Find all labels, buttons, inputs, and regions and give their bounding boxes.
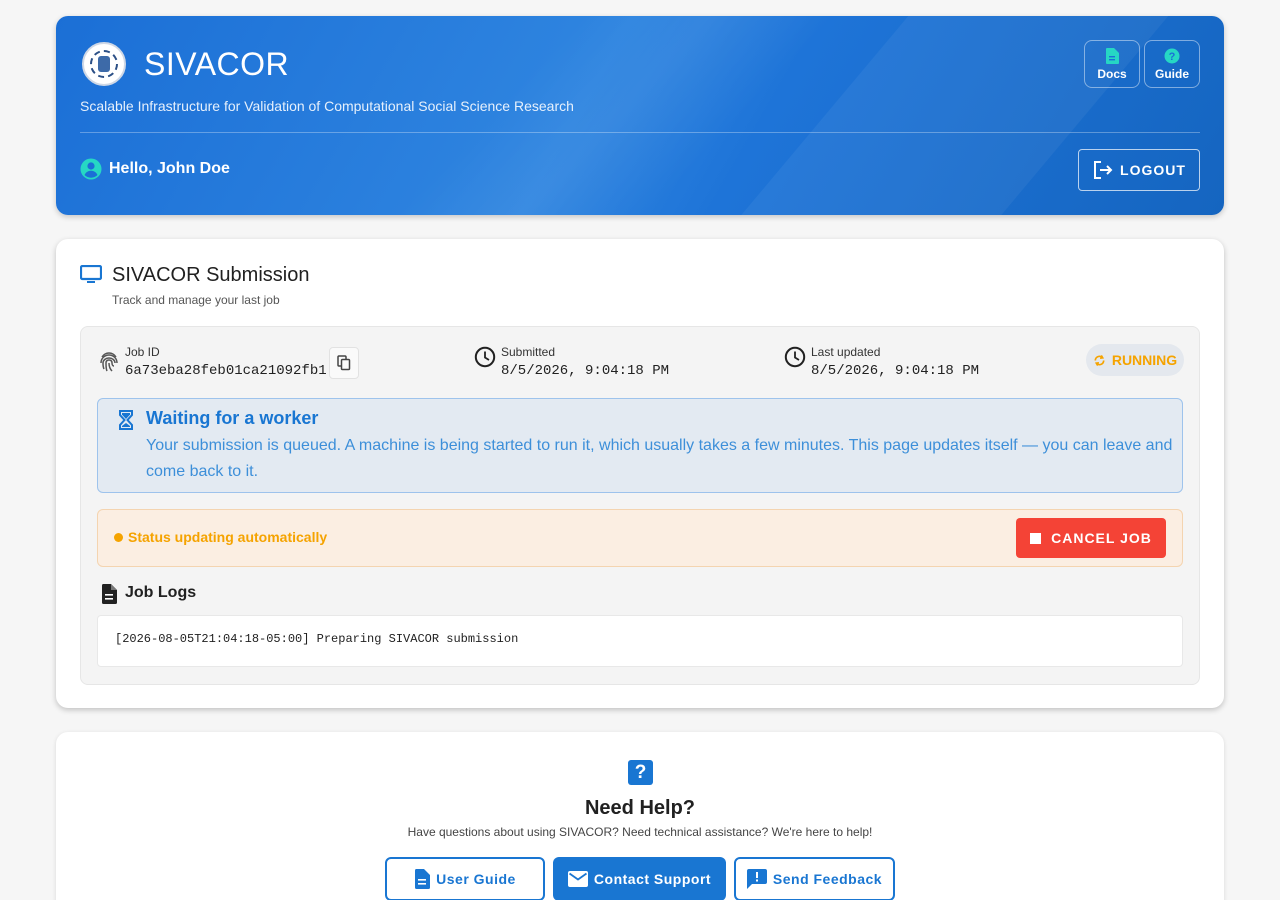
- help-card: ? Need Help? Have questions about using …: [56, 732, 1224, 900]
- user-guide-label: User Guide: [436, 871, 516, 887]
- clock-icon: [784, 346, 806, 368]
- guide-button[interactable]: ? Guide: [1144, 40, 1200, 88]
- submission-card: SIVACOR Submission Track and manage your…: [56, 239, 1224, 708]
- user-guide-button[interactable]: User Guide: [385, 857, 545, 900]
- mail-icon: [567, 871, 588, 887]
- logo-emblem: [98, 56, 110, 72]
- user-greeting: Hello, John Doe: [80, 158, 230, 180]
- question-icon: ?: [628, 760, 653, 785]
- greeting-text: Hello, John Doe: [109, 160, 230, 177]
- info-text: Your submission is queued. A machine is …: [146, 437, 1173, 480]
- document-icon: [1106, 47, 1119, 64]
- sivacor-logo: [82, 42, 126, 86]
- help-subtitle: Have questions about using SIVACOR? Need…: [407, 825, 873, 839]
- contact-support-label: Contact Support: [593, 871, 712, 887]
- logout-icon: [1094, 161, 1113, 179]
- guide-label: Guide: [1154, 66, 1189, 81]
- logout-label: LOGOUT: [1120, 162, 1186, 178]
- job-logs-title: Job Logs: [125, 584, 197, 601]
- auto-update-text: Status updating automatically: [128, 529, 328, 545]
- header-divider: [80, 132, 1200, 133]
- send-feedback-label: Send Feedback: [772, 871, 883, 887]
- app-header: SIVACOR Scalable Infrastructure for Vali…: [56, 16, 1224, 215]
- status-dot: [114, 532, 123, 542]
- logout-button[interactable]: LOGOUT: [1078, 149, 1200, 191]
- log-viewer: [2026-08-05T21:04:18-05:00] Preparing SI…: [97, 615, 1183, 667]
- send-feedback-button[interactable]: Send Feedback: [734, 857, 895, 900]
- sync-icon: [1094, 354, 1105, 366]
- app-title: SIVACOR: [144, 46, 290, 82]
- account-circle-icon: [80, 158, 102, 180]
- last-updated-label: Last updated: [811, 345, 881, 359]
- auto-update-status: Status updating automatically: [114, 529, 327, 545]
- job-id-label: Job ID: [125, 345, 160, 359]
- monitor-icon: [80, 265, 102, 283]
- status-badge: RUNNING: [1086, 344, 1184, 376]
- fingerprint-icon: [100, 352, 118, 372]
- status-text: RUNNING: [1111, 352, 1178, 368]
- document-icon: [101, 584, 117, 604]
- last-updated-value: 8/5/2026, 9:04:18 PM: [811, 363, 980, 379]
- help-title: Need Help?: [584, 797, 696, 819]
- submission-title: SIVACOR Submission: [112, 264, 310, 286]
- copy-job-id-button[interactable]: [329, 347, 359, 379]
- submission-subtitle: Track and manage your last job: [112, 293, 280, 307]
- submitted-label: Submitted: [501, 345, 556, 359]
- docs-label: Docs: [1097, 66, 1127, 81]
- contact-support-button[interactable]: Contact Support: [553, 857, 726, 900]
- info-title: Waiting for a worker: [146, 408, 319, 428]
- hourglass-icon: [119, 410, 133, 430]
- job-id-value: 6a73eba28feb01ca21092fb1: [125, 363, 327, 379]
- queue-info-alert: Waiting for a worker Your submission is …: [97, 398, 1183, 493]
- log-line: [2026-08-05T21:04:18-05:00] Preparing SI…: [115, 632, 519, 646]
- auto-update-bar: Status updating automatically CANCEL JOB: [97, 509, 1183, 567]
- help-circle-icon: ?: [1164, 48, 1180, 63]
- stop-icon: [1030, 532, 1042, 544]
- svg-text:?: ?: [1169, 51, 1176, 63]
- document-icon: [415, 869, 431, 889]
- clock-icon: [474, 346, 496, 368]
- docs-button[interactable]: Docs: [1084, 40, 1140, 88]
- submitted-value: 8/5/2026, 9:04:18 PM: [501, 363, 670, 379]
- feedback-icon: [746, 869, 767, 889]
- copy-icon: [337, 355, 351, 371]
- job-panel: Job ID 6a73eba28feb01ca21092fb1 Submitte…: [80, 326, 1200, 685]
- cancel-label: CANCEL JOB: [1051, 530, 1152, 546]
- cancel-job-button[interactable]: CANCEL JOB: [1016, 518, 1166, 558]
- app-subtitle: Scalable Infrastructure for Validation o…: [80, 98, 574, 114]
